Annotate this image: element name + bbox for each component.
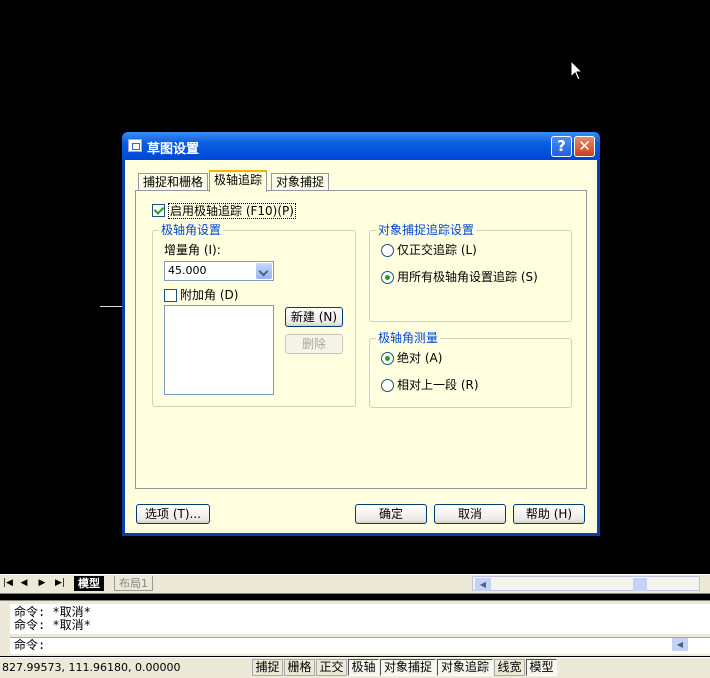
polar-angle-settings-title: 极轴角设置 [159, 223, 224, 237]
tab-layout1[interactable]: 布局1 [114, 576, 153, 591]
help-title-button[interactable]: ? [551, 136, 572, 157]
lineweight-toggle[interactable]: 线宽 [494, 659, 525, 676]
snap-toggle[interactable]: 捕捉 [252, 659, 283, 676]
otrack-toggle[interactable]: 对象追踪 [437, 659, 493, 676]
coordinates-readout: 827.99573, 111.96180, 0.00000 [2, 661, 181, 674]
tab-model[interactable]: 模型 [74, 576, 104, 591]
status-bar: 827.99573, 111.96180, 0.00000 捕捉 栅格 正交 极… [0, 657, 710, 678]
scroll-thumb[interactable] [633, 578, 647, 591]
scroll-left-icon[interactable]: ◀ [672, 638, 688, 651]
osnap-toggle[interactable]: 对象捕捉 [380, 659, 436, 676]
all-polar-settings-label: 用所有极轴角设置追踪 (S) [397, 270, 538, 284]
command-history: 命令: *取消* 命令: *取消* [10, 604, 710, 634]
layout-tabs-bar: |◀ ◀ ▶ ▶| 模型 布局1 ◀ [0, 574, 710, 594]
horizontal-scrollbar[interactable]: ◀ [472, 576, 700, 591]
relative-last-segment-radio[interactable] [381, 379, 394, 392]
orthogonal-only-label: 仅正交追踪 (L) [397, 243, 477, 257]
cancel-button[interactable]: 取消 [434, 504, 506, 524]
absolute-radio[interactable] [381, 352, 394, 365]
polar-measurement-title: 极轴角测量 [376, 331, 441, 345]
polar-toggle[interactable]: 极轴 [348, 659, 379, 676]
command-input[interactable]: 命令: ◀ [10, 637, 710, 654]
scroll-left-icon[interactable]: ◀ [475, 578, 491, 591]
absolute-label: 绝对 (A) [397, 351, 443, 365]
increment-angle-combo[interactable]: 45.000 [164, 261, 274, 281]
increment-angle-label: 增量角 (I): [164, 243, 221, 257]
help-button[interactable]: 帮助 (H) [513, 504, 585, 524]
prev-tab-icon[interactable]: ◀ [18, 577, 30, 590]
chevron-down-icon[interactable] [256, 263, 272, 279]
delete-angle-button[interactable]: 删除 [285, 334, 343, 354]
additional-angles-checkbox[interactable] [164, 289, 177, 302]
tab-polar-tracking[interactable]: 极轴追踪 [209, 170, 268, 192]
all-polar-settings-radio[interactable] [381, 271, 394, 284]
new-angle-button[interactable]: 新建 (N) [285, 307, 343, 327]
tab-snap-grid[interactable]: 捕捉和栅格 [138, 173, 209, 191]
drafting-settings-dialog: 草图设置 ? ✕ 捕捉和栅格 极轴追踪 对象捕捉 启用极轴追踪 (F10)(P)… [122, 132, 600, 536]
ok-button[interactable]: 确定 [355, 504, 427, 524]
polar-angle-settings-group: 极轴角设置 增量角 (I): 45.000 附加角 (D) 新建 (N) 删除 [152, 223, 356, 407]
mouse-cursor-icon [570, 60, 584, 81]
last-tab-icon[interactable]: ▶| [54, 577, 66, 590]
first-tab-icon[interactable]: |◀ [2, 577, 14, 590]
increment-angle-value: 45.000 [168, 264, 207, 277]
ortho-toggle[interactable]: 正交 [316, 659, 347, 676]
grid-toggle[interactable]: 栅格 [284, 659, 315, 676]
drawing-line [100, 306, 122, 307]
dialog-title: 草图设置 [147, 142, 200, 157]
tab-object-snap[interactable]: 对象捕捉 [271, 173, 330, 191]
next-tab-icon[interactable]: ▶ [36, 577, 48, 590]
object-snap-tracking-title: 对象捕捉追踪设置 [376, 223, 477, 237]
close-button[interactable]: ✕ [574, 136, 595, 157]
polar-measurement-group: 极轴角测量 绝对 (A) 相对上一段 (R) [369, 331, 572, 408]
dialog-client: 捕捉和栅格 极轴追踪 对象捕捉 启用极轴追踪 (F10)(P) 极轴角设置 增量… [125, 160, 597, 533]
relative-last-segment-label: 相对上一段 (R) [397, 378, 479, 392]
model-toggle[interactable]: 模型 [526, 659, 557, 676]
object-snap-tracking-group: 对象捕捉追踪设置 仅正交追踪 (L) 用所有极轴角设置追踪 (S) [369, 223, 572, 322]
enable-polar-label[interactable]: 启用极轴追踪 (F10)(P) [168, 203, 296, 219]
additional-angles-list[interactable] [164, 305, 274, 395]
dialog-titlebar[interactable]: 草图设置 ? ✕ [122, 132, 600, 160]
command-prompt: 命令: [14, 638, 46, 652]
additional-angles-label: 附加角 (D) [180, 288, 239, 302]
command-history-line: 命令: *取消* [14, 618, 91, 632]
enable-polar-checkbox[interactable] [152, 204, 165, 217]
options-button[interactable]: 选项 (T)... [136, 504, 210, 524]
polar-tracking-panel: 启用极轴追踪 (F10)(P) 极轴角设置 增量角 (I): 45.000 附加… [135, 190, 587, 489]
orthogonal-only-radio[interactable] [381, 244, 394, 257]
command-window: 命令: *取消* 命令: *取消* 命令: ◀ [0, 600, 710, 656]
app-icon [128, 139, 142, 152]
